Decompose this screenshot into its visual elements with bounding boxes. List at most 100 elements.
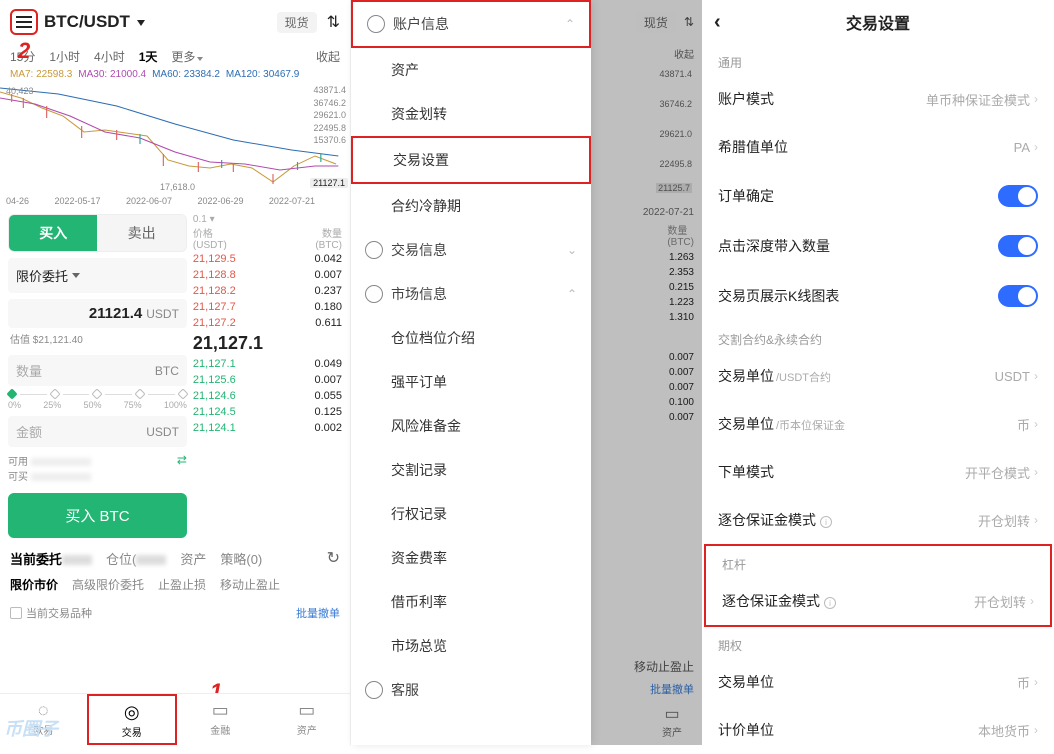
last-price-tag: 21127.1	[310, 178, 348, 188]
amount-input[interactable]: 金额USDT	[8, 416, 187, 447]
headset-icon	[365, 681, 383, 699]
trade-screen: BTC/USDT 现货 ⇅ 2 15分 1小时 4小时 1天 更多 收起 MA7…	[0, 0, 351, 745]
low-label: 17,618.0	[160, 182, 195, 192]
tab-positions[interactable]: 仓位(	[106, 549, 166, 568]
subtab-tpsl[interactable]: 止盈止损	[158, 576, 206, 593]
price-input[interactable]: 21121.4USDT	[8, 299, 187, 328]
highlighted-leverage-section: 杠杆 逐仓保证金模式i开仓划转›	[704, 544, 1052, 627]
high-label: 40,423	[6, 86, 34, 96]
menu-market-info[interactable]: 市场信息⌃	[351, 272, 591, 316]
buy-button[interactable]: 买入 BTC	[8, 493, 187, 538]
trade-settings-screen: ‹ 交易设置 通用 账户模式单币种保证金模式› 希腊值单位PA› 订单确定 点击…	[702, 0, 1054, 745]
nav-trade[interactable]: ◎交易	[87, 694, 178, 745]
menu-icon[interactable]	[10, 9, 38, 35]
menu-funding[interactable]: 资金费率	[351, 536, 591, 580]
filter-label: 当前交易品种	[26, 605, 92, 621]
menu-support[interactable]: 客服	[351, 668, 591, 712]
pct-marks: 0%25%50%75%100%	[8, 400, 187, 410]
menu-insurance[interactable]: 风险准备金	[351, 404, 591, 448]
buy-sell-tabs[interactable]: 买入 卖出	[8, 214, 187, 252]
menu-delivery[interactable]: 交割记录	[351, 448, 591, 492]
menu-liq[interactable]: 强平订单	[351, 360, 591, 404]
orderbook: 0.1 ▾ 价格(USDT)数量(BTC) 21,129.50.042 21,1…	[193, 214, 342, 538]
tab-open-orders[interactable]: 当前委托	[10, 549, 92, 568]
tab-assets[interactable]: 资产	[180, 549, 206, 568]
info-icon[interactable]: i	[820, 516, 832, 528]
menu-borrow[interactable]: 借币利率	[351, 580, 591, 624]
nav-finance[interactable]: ▭金融	[177, 694, 264, 745]
subtab-adv[interactable]: 高级限价委托	[72, 576, 144, 593]
nav-home[interactable]: ◌欧易	[0, 694, 87, 745]
circle-icon	[365, 241, 383, 259]
subtab-trail[interactable]: 移动止盈止	[220, 576, 280, 593]
menu-trade-settings[interactable]: 交易设置	[351, 136, 591, 184]
row-isolated-swap[interactable]: 逐仓保证金模式i开仓划转›	[702, 496, 1054, 544]
collapse-button[interactable]: 收起	[316, 48, 340, 65]
qty-input[interactable]: 数量BTC	[8, 355, 187, 386]
row-unit-opt[interactable]: 交易单位币›	[702, 658, 1054, 706]
toggle-depth[interactable]	[998, 235, 1038, 257]
toggle-kline[interactable]	[998, 285, 1038, 307]
menu-exercise[interactable]: 行权记录	[351, 492, 591, 536]
order-type-select[interactable]: 限价委托	[8, 258, 187, 293]
cancel-all[interactable]: 批量撤单	[296, 605, 340, 621]
menu-cooldown[interactable]: 合约冷静期	[351, 184, 591, 228]
row-order-mode[interactable]: 下单模式开平仓模式›	[702, 448, 1054, 496]
bottom-nav[interactable]: ◌欧易 ◎交易 ▭金融 ▭资产	[0, 693, 350, 745]
buy-tab[interactable]: 买入	[9, 215, 97, 251]
row-depth[interactable]: 点击深度带入数量	[702, 221, 1054, 271]
tab-strategy[interactable]: 策略(0)	[220, 549, 262, 568]
order-tabs[interactable]: 当前委托 仓位( 资产 策略(0) ↻	[0, 538, 350, 568]
kline-chart[interactable]: 43871.436746.229621.022495.815370.6 40,4…	[0, 84, 350, 194]
y-axis-labels: 43871.436746.229621.022495.815370.6	[313, 84, 346, 147]
row-kline[interactable]: 交易页展示K线图表	[702, 271, 1054, 321]
menu-tiers[interactable]: 仓位档位介绍	[351, 316, 591, 360]
clock-icon	[367, 15, 385, 33]
toggle-confirm[interactable]	[998, 185, 1038, 207]
section-swap: 交割合约&永续合约	[702, 321, 1054, 352]
sell-tab[interactable]: 卖出	[97, 215, 185, 251]
subtab-limit[interactable]: 限价市价	[10, 576, 58, 593]
est-value: 估值 $21,121.40	[8, 328, 187, 349]
doc-icon	[365, 285, 383, 303]
row-greek[interactable]: 希腊值单位PA›	[702, 123, 1054, 171]
pair-selector[interactable]: BTC/USDT	[44, 12, 145, 32]
history-icon[interactable]: ↻	[327, 548, 340, 568]
menu-transfer[interactable]: 资金划转	[351, 92, 591, 136]
nav-assets[interactable]: ▭资产	[264, 694, 351, 745]
x-axis-labels: 04-262022-05-172022-06-072022-06-292022-…	[0, 196, 350, 206]
section-general: 通用	[702, 44, 1054, 75]
row-account-mode[interactable]: 账户模式单币种保证金模式›	[702, 75, 1054, 123]
back-icon[interactable]: ‹	[714, 11, 721, 34]
order-subtabs[interactable]: 限价市价 高级限价委托 止盈止损 移动止盈止	[0, 568, 350, 601]
available-row: 可用 ⇄ 可买	[8, 453, 187, 483]
tf-1d[interactable]: 1天	[139, 48, 158, 65]
settings-header: ‹ 交易设置	[702, 0, 1054, 44]
mid-price: 21,127.1	[193, 331, 342, 356]
menu-assets[interactable]: 资产	[351, 48, 591, 92]
info-icon[interactable]: i	[824, 597, 836, 609]
row-isolated-lev[interactable]: 逐仓保证金模式i开仓划转›	[706, 577, 1050, 625]
ma-legend: MA7: 22598.3MA30: 21000.4MA60: 23384.2MA…	[0, 69, 350, 80]
row-confirm[interactable]: 订单确定	[702, 171, 1054, 221]
filter-checkbox[interactable]	[10, 607, 22, 619]
menu-overlay-screen: 现货⇅ 收起 43871.4 36746.2 29621.0 22495.8 2…	[351, 0, 702, 745]
tf-more[interactable]: 更多	[171, 48, 203, 65]
row-quote-unit[interactable]: 计价单位本地货币›	[702, 706, 1054, 754]
menu-trade-info[interactable]: 交易信息⌄	[351, 228, 591, 272]
transfer-icon[interactable]: ⇄	[177, 453, 187, 467]
mode-pill[interactable]: 现货	[277, 12, 317, 33]
tf-1h[interactable]: 1小时	[49, 48, 80, 65]
qty-slider[interactable]	[8, 390, 187, 398]
menu-account-info[interactable]: 账户信息⌃	[351, 0, 591, 48]
section-leverage: 杠杆	[706, 546, 1050, 577]
side-menu[interactable]: 账户信息⌃ 资产 资金划转 交易设置 合约冷静期 交易信息⌄ 市场信息⌃ 仓位档…	[351, 0, 591, 745]
row-unit-usdt[interactable]: 交易单位/USDT合约USDT›	[702, 352, 1054, 400]
timeframe-tabs[interactable]: 15分 1小时 4小时 1天 更多 收起	[0, 44, 350, 69]
row-unit-coin[interactable]: 交易单位/币本位保证金币›	[702, 400, 1054, 448]
annotation-2: 2	[18, 38, 30, 64]
settings-title: 交易设置	[846, 10, 910, 34]
tf-4h[interactable]: 4小时	[94, 48, 125, 65]
menu-overview[interactable]: 市场总览	[351, 624, 591, 668]
settings-icon[interactable]: ⇅	[327, 12, 340, 32]
